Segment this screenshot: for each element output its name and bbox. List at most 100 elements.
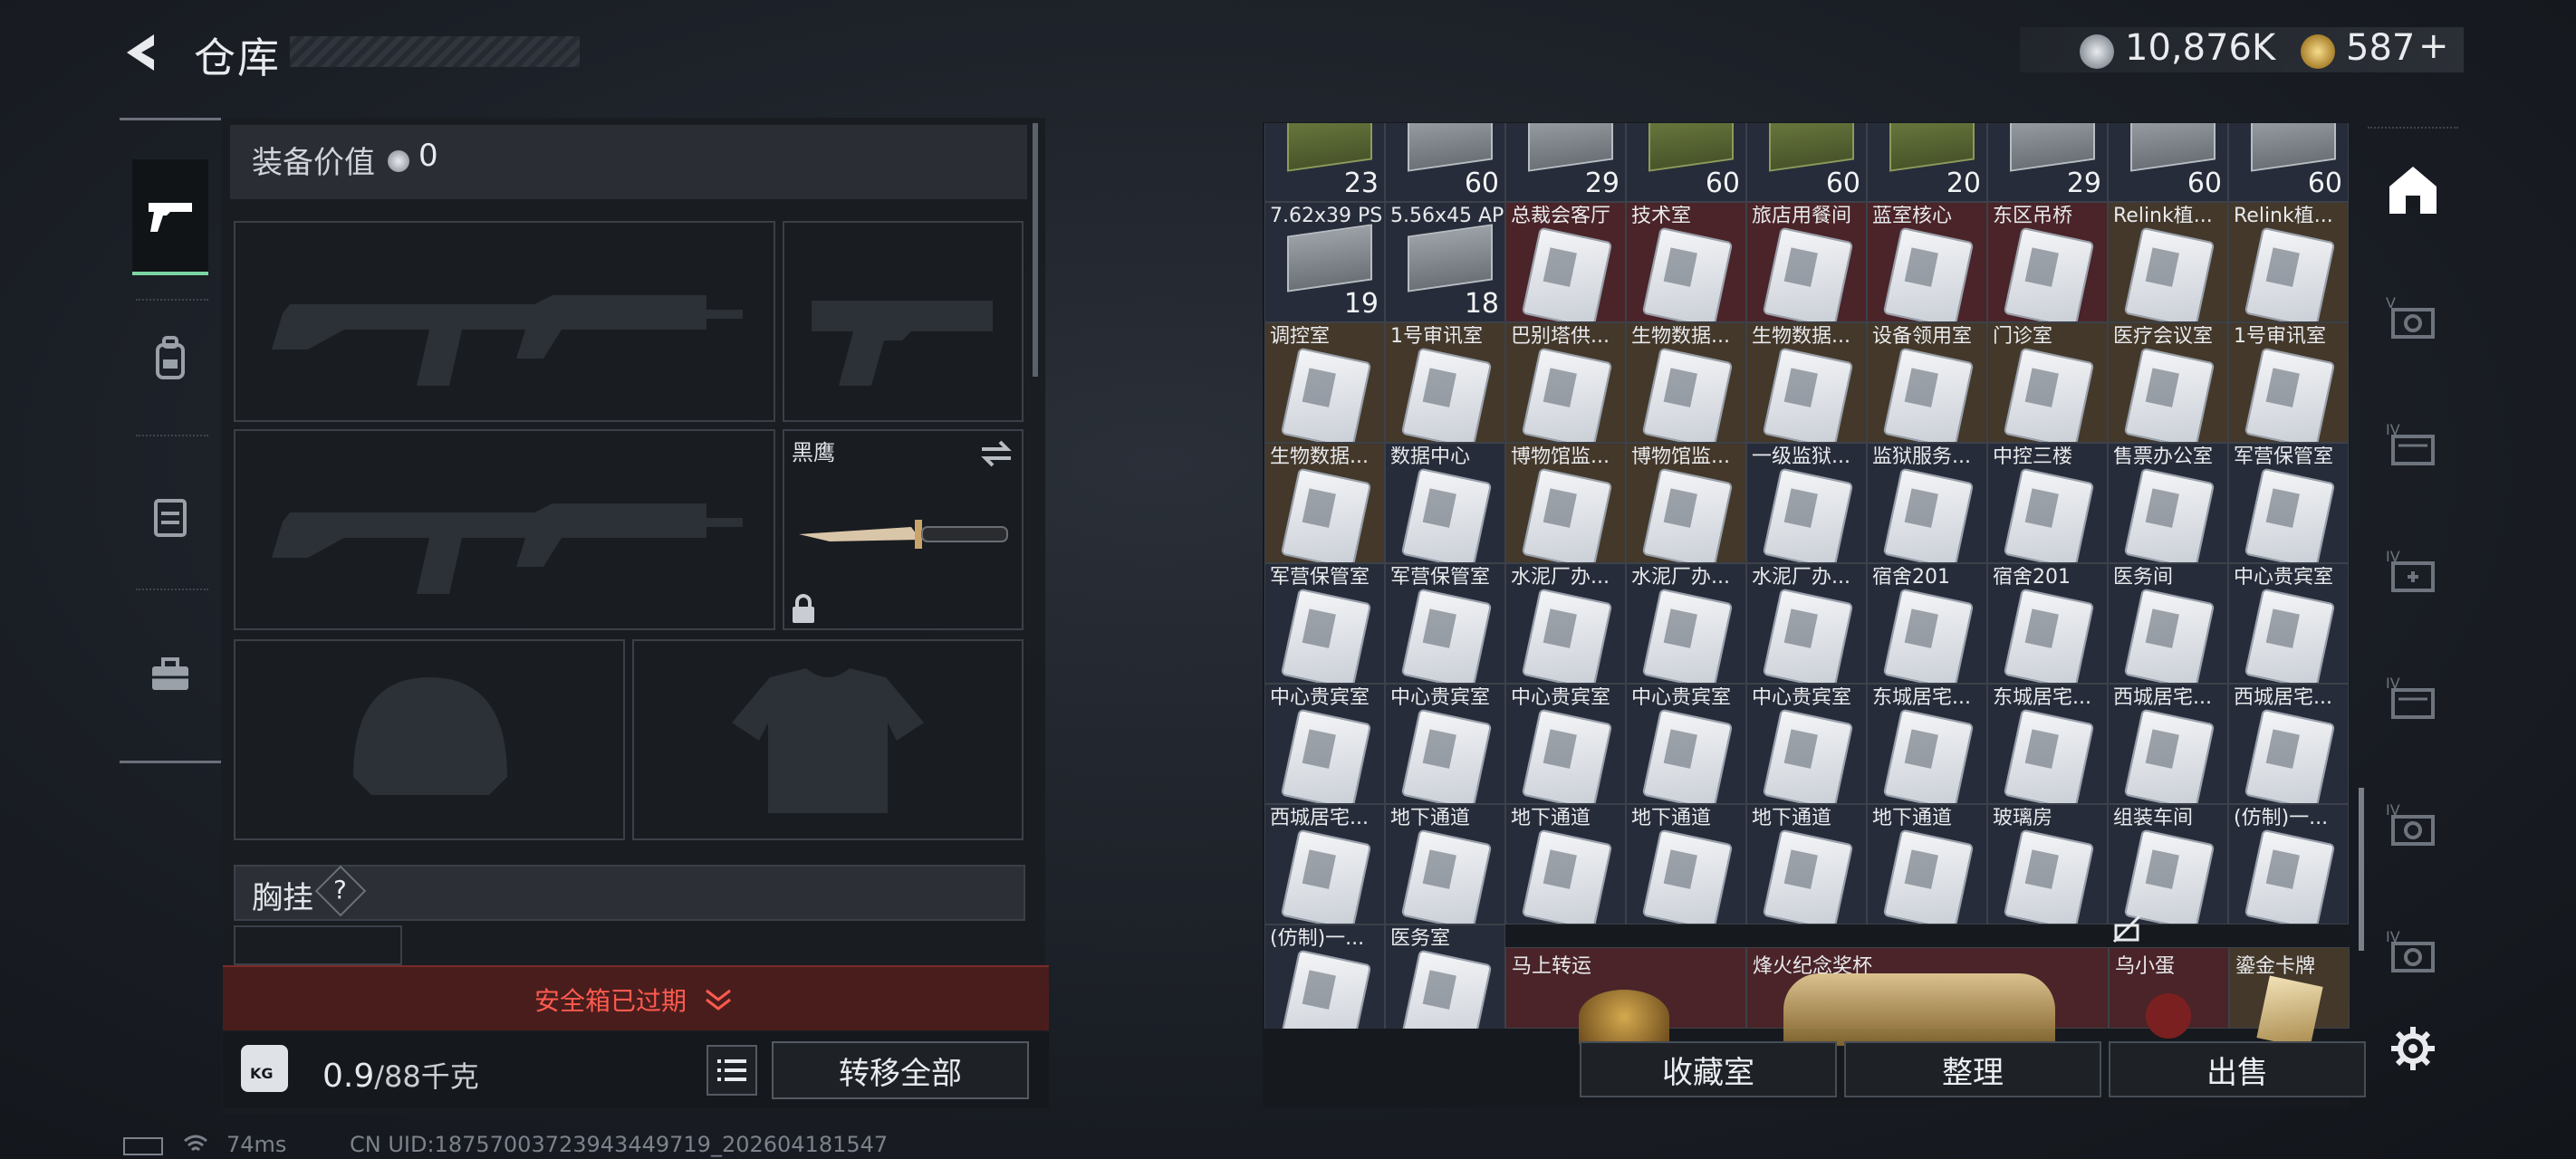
inventory-item[interactable]: 5.8 RIP23 — [1264, 123, 1385, 202]
inventory-item[interactable]: 9x19 PS29 — [1987, 123, 2108, 202]
inventory-item[interactable]: 军营保管室 — [2228, 443, 2349, 563]
inventory-item[interactable]: 生物数据... — [1626, 322, 1746, 443]
inventory-item[interactable]: 东城居宅... — [1867, 684, 1987, 804]
nav-tab-armor[interactable] — [132, 317, 208, 400]
inventory-item[interactable]: 玻璃房 — [1987, 804, 2108, 924]
inventory-item[interactable]: 中心贵宾室 — [1264, 684, 1385, 804]
inventory-item[interactable]: 1号审讯室 — [1385, 322, 1505, 443]
inventory-item[interactable]: 中心贵宾室 — [2228, 563, 2349, 684]
inventory-item[interactable]: 水泥厂办... — [1626, 563, 1746, 684]
inventory-item[interactable]: 博物馆监... — [1505, 443, 1626, 563]
inventory-item[interactable]: 地下通道 — [1626, 804, 1746, 924]
inventory-item[interactable]: 7.62x39 T45M60 — [1385, 123, 1505, 202]
inventory-item[interactable]: 军营保管室 — [1264, 563, 1385, 684]
storage-tab-5[interactable]: V — [2368, 272, 2458, 362]
inventory-item[interactable]: 中心贵宾室 — [1505, 684, 1626, 804]
melee-slot[interactable]: 黑鹰 — [783, 429, 1024, 630]
inventory-item[interactable]: (仿制)一... — [2228, 804, 2349, 924]
inventory-item[interactable]: 东城居宅... — [1987, 684, 2108, 804]
add-currency-button[interactable]: + — [2418, 25, 2449, 67]
inventory-item[interactable]: (仿制)一... — [1264, 924, 1385, 1029]
inventory-item[interactable]: 巴别塔供... — [1505, 322, 1626, 443]
inventory-item[interactable]: 门诊室 — [1987, 322, 2108, 443]
sort-button[interactable]: 整理 — [1844, 1041, 2101, 1097]
helmet-slot[interactable] — [234, 639, 625, 840]
inventory-item[interactable]: 5.8 SP60 — [1626, 123, 1746, 202]
list-view-button[interactable] — [706, 1045, 757, 1096]
inventory-item[interactable]: 调控室 — [1264, 322, 1385, 443]
primary-weapon-slot[interactable] — [234, 221, 775, 422]
inventory-item[interactable]: 医务间 — [2108, 563, 2228, 684]
warehouse-tab[interactable] — [2368, 145, 2458, 235]
storage-tab-4b[interactable]: IV — [2368, 525, 2458, 616]
inventory-item[interactable]: 军营保管室 — [1385, 563, 1505, 684]
inventory-item[interactable]: 地下通道 — [1867, 804, 1987, 924]
inventory-item[interactable]: 技术室 — [1626, 202, 1746, 322]
collection-room-button[interactable]: 收藏室 — [1580, 1041, 1837, 1097]
sidearm-slot[interactable] — [783, 221, 1024, 422]
inventory-item[interactable]: 5.8 SP20 — [1867, 123, 1987, 202]
inventory-item[interactable]: 博物馆监... — [1626, 443, 1746, 563]
inventory-item[interactable]: 西城居宅... — [2108, 684, 2228, 804]
settings-button[interactable] — [2368, 1003, 2458, 1094]
nav-tab-gear[interactable] — [132, 474, 208, 558]
inventory-item[interactable]: 地下通道 — [1746, 804, 1867, 924]
inventory-item[interactable]: 监狱服务... — [1867, 443, 1987, 563]
inventory-item[interactable]: 西城居宅... — [2228, 684, 2349, 804]
inventory-item[interactable]: 地下通道 — [1505, 804, 1626, 924]
inventory-item[interactable]: 蓝室核心 — [1867, 202, 1987, 322]
inventory-item[interactable]: 7.62 PS60 — [2228, 123, 2349, 202]
large-item-egg[interactable]: 乌小蛋 — [2109, 947, 2229, 1039]
inventory-item[interactable]: 宿舍201 — [1867, 563, 1987, 684]
inventory-item[interactable]: 7.62 PS60 — [2108, 123, 2228, 202]
inventory-item[interactable]: 旅店用餐间 — [1746, 202, 1867, 322]
sell-button[interactable]: 出售 — [2109, 1041, 2366, 1097]
inventory-item[interactable]: 组装车间 — [2108, 804, 2228, 924]
inventory-item[interactable]: 7.62x54 T46M29 — [1505, 123, 1626, 202]
inventory-item[interactable]: 医务室 — [1385, 924, 1505, 1029]
inventory-item[interactable]: 生物数据... — [1264, 443, 1385, 563]
inventory-item[interactable]: 生物数据... — [1746, 322, 1867, 443]
storage-tab-4c[interactable]: IV — [2368, 652, 2458, 742]
swap-icon[interactable] — [978, 438, 1014, 469]
keycard-icon — [1882, 708, 1975, 803]
item-label: 生物数据... — [1270, 446, 1369, 468]
large-item-gold-card[interactable]: 鎏金卡牌 — [2229, 947, 2350, 1049]
inventory-item[interactable]: 水泥厂办... — [1505, 563, 1626, 684]
inventory-item[interactable]: 医疗会议室 — [2108, 322, 2228, 443]
inventory-item[interactable]: 5.56x45 APC 18 — [1385, 202, 1505, 322]
inventory-item[interactable]: 中控三楼 — [1987, 443, 2108, 563]
inventory-item[interactable]: 东区吊桥 — [1987, 202, 2108, 322]
inventory-item[interactable]: 宿舍201 — [1987, 563, 2108, 684]
inventory-scrollbar[interactable] — [2359, 788, 2364, 951]
inventory-item[interactable]: 中心贵宾室 — [1626, 684, 1746, 804]
storage-tab-4e[interactable]: IV — [2368, 905, 2458, 996]
storage-tab-4a[interactable]: IV — [2368, 398, 2458, 489]
inventory-item[interactable]: 数据中心 — [1385, 443, 1505, 563]
nav-tab-weapons[interactable] — [132, 159, 208, 275]
inventory-item[interactable]: 总裁会客厅 — [1505, 202, 1626, 322]
secondary-weapon-slot[interactable] — [234, 429, 775, 630]
inventory-item[interactable]: 设备领用室 — [1867, 322, 1987, 443]
inventory-item[interactable]: 中心贵宾室 — [1385, 684, 1505, 804]
equipment-scrollbar[interactable] — [1033, 123, 1038, 377]
inventory-item[interactable]: Relink植... — [2108, 202, 2228, 322]
back-button[interactable] — [118, 27, 168, 78]
nav-tab-toolbox[interactable] — [132, 634, 208, 717]
inventory-item[interactable]: 一级监狱... — [1746, 443, 1867, 563]
inventory-item[interactable]: 地下通道 — [1385, 804, 1505, 924]
storage-tab-4d[interactable]: IV — [2368, 779, 2458, 869]
large-item-trophy[interactable]: 烽火纪念奖杯 — [1746, 947, 2109, 1046]
transfer-all-button[interactable]: 转移全部 — [772, 1041, 1029, 1099]
inventory-item[interactable]: 西城居宅... — [1264, 804, 1385, 924]
inventory-item[interactable]: 中心贵宾室 — [1746, 684, 1867, 804]
chest-rig-slot[interactable] — [234, 925, 402, 965]
inventory-item[interactable]: 水泥厂办... — [1746, 563, 1867, 684]
inventory-item[interactable]: 5.8 SP60 — [1746, 123, 1867, 202]
inventory-item[interactable]: 1号审讯室 — [2228, 322, 2349, 443]
inventory-item[interactable]: 7.62x39 PS 19 — [1264, 202, 1385, 322]
inventory-item[interactable]: 售票办公室 — [2108, 443, 2228, 563]
inventory-item[interactable]: Relink植... — [2228, 202, 2349, 322]
large-item-transfer[interactable]: 马上转运 — [1505, 947, 1746, 1044]
body-armor-slot[interactable] — [632, 639, 1024, 840]
